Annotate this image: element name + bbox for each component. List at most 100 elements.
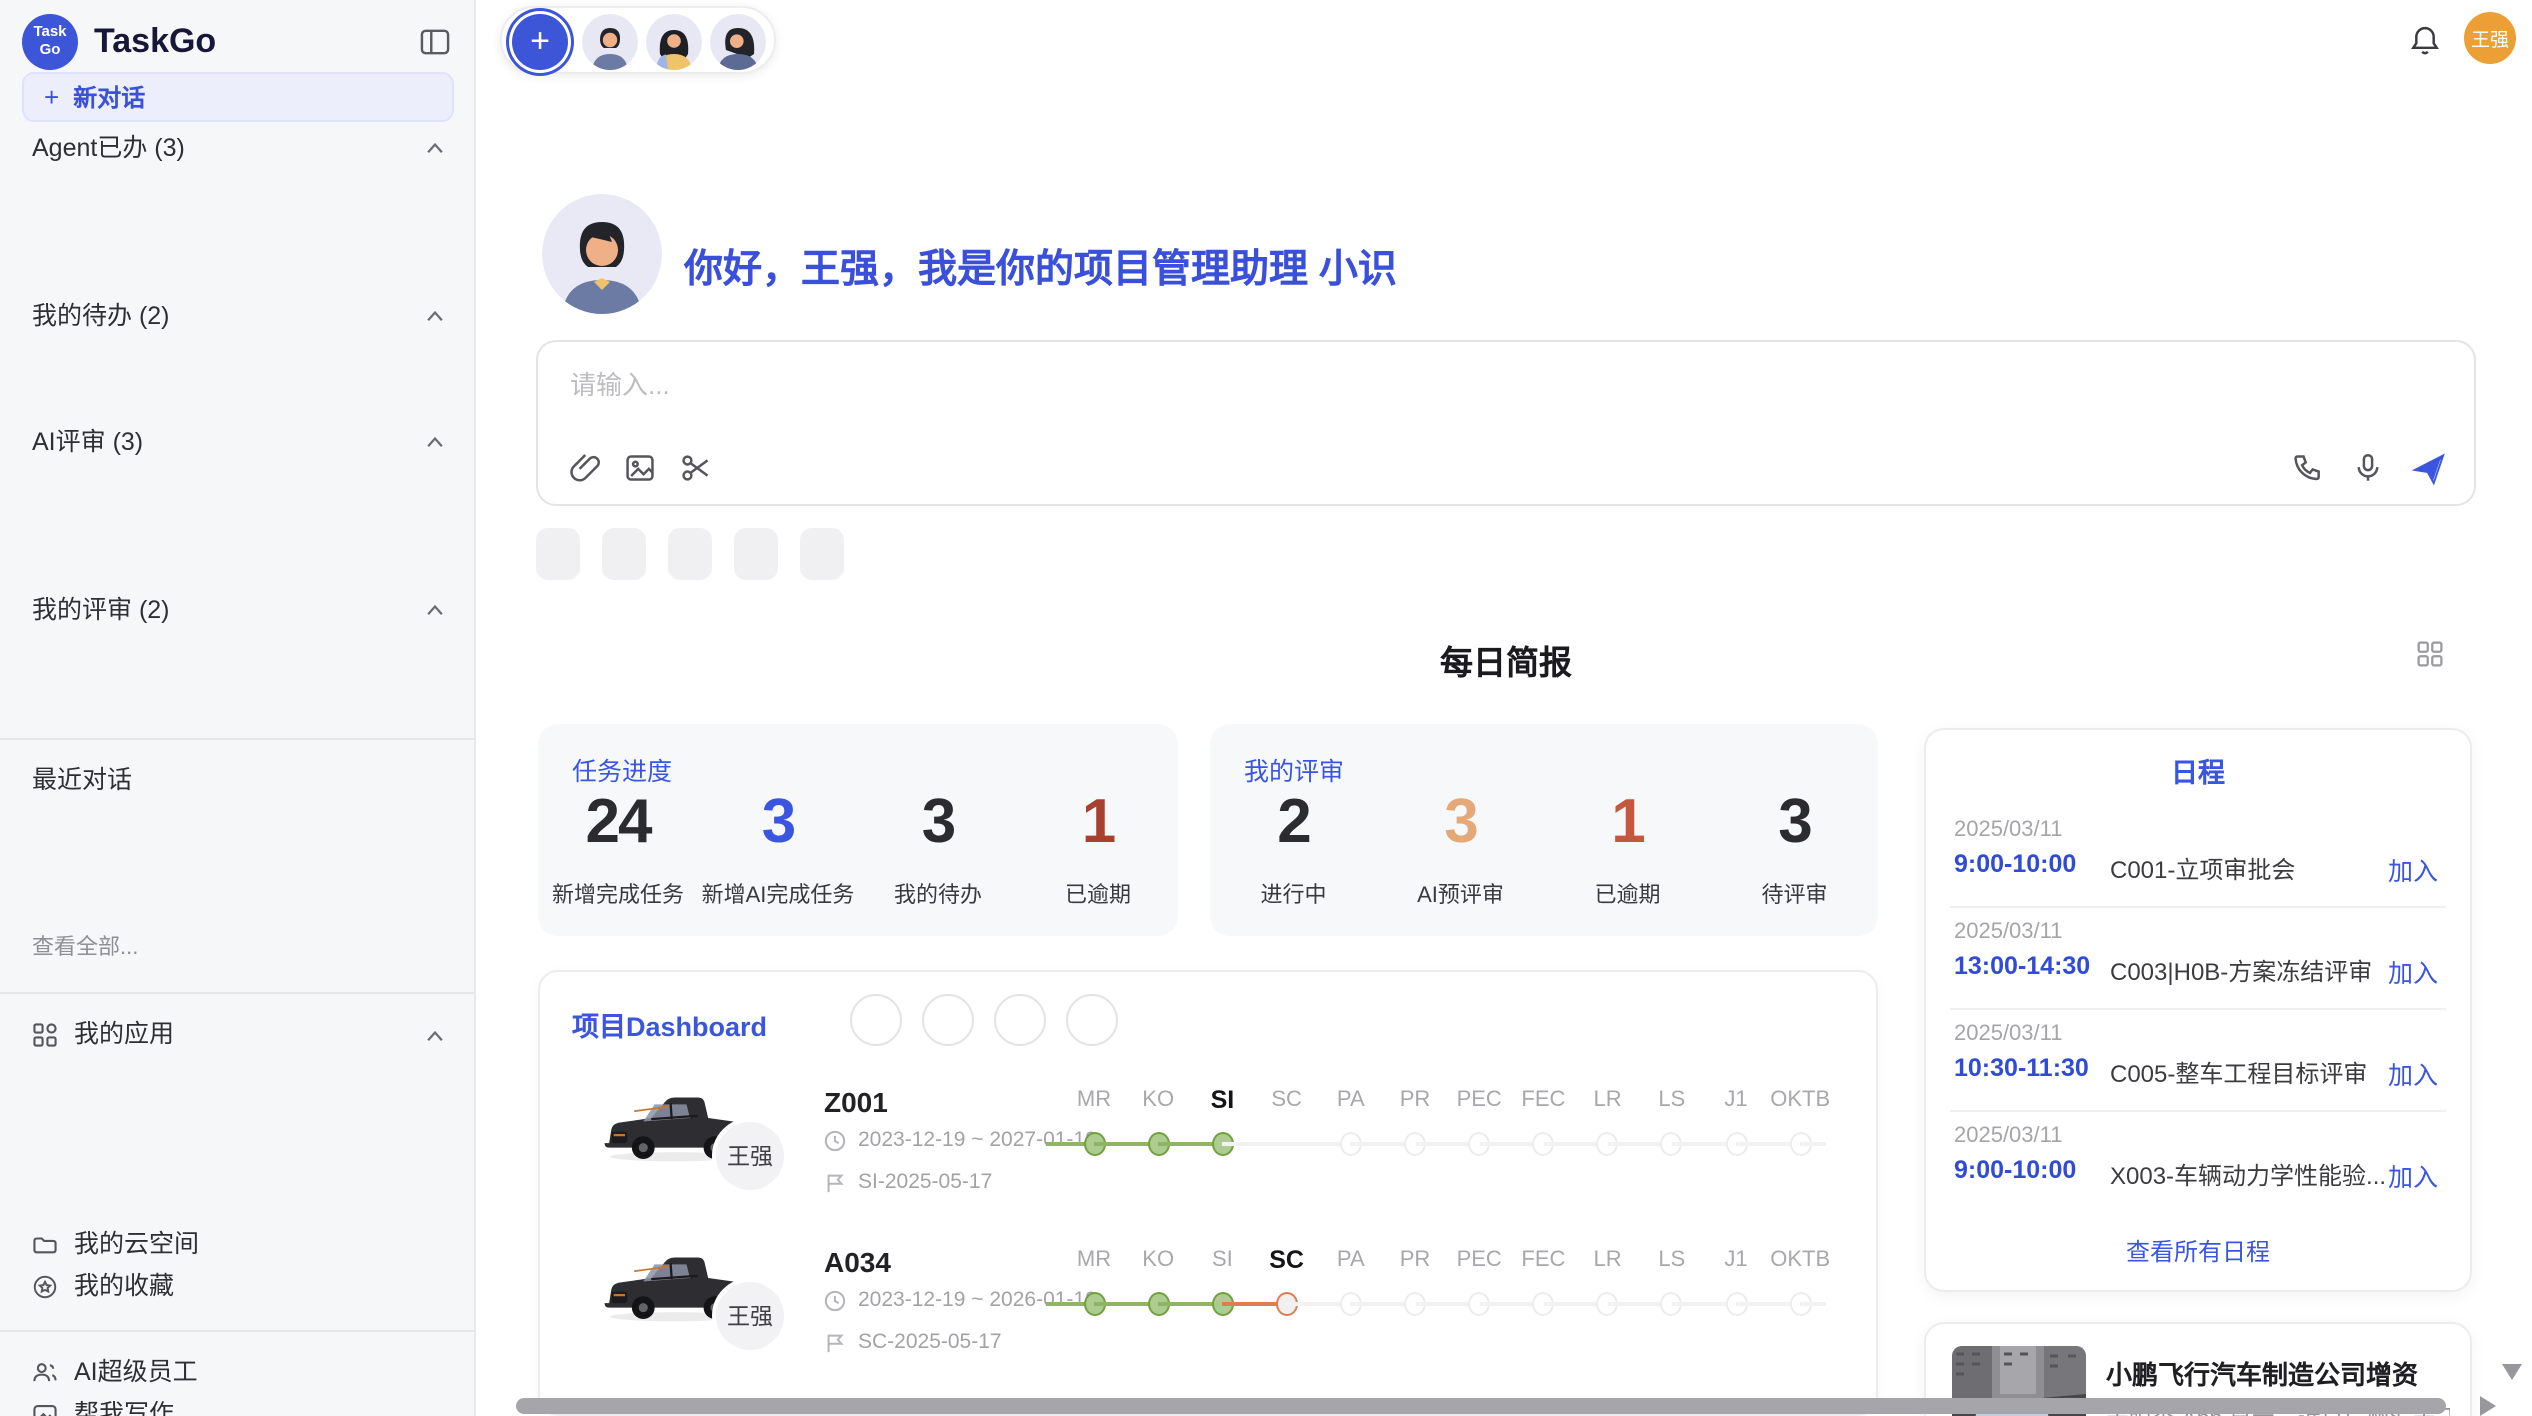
avatar-assistant-1[interactable] — [582, 14, 638, 70]
sidebar-section: Agent已办 (3) — [0, 128, 476, 296]
sidebar-task-item[interactable] — [0, 548, 476, 590]
layout-grid-icon[interactable] — [2416, 640, 2444, 668]
sidebar-item-favorites[interactable]: 我的收藏 — [0, 1266, 476, 1308]
schedule-time: 9:00-10:00 — [1954, 850, 2076, 878]
stat-label: 已逾期 — [1018, 878, 1178, 910]
recent-chat-item[interactable] — [0, 886, 476, 928]
image-upload-icon[interactable] — [624, 452, 656, 484]
suggestion-chip[interactable] — [800, 528, 844, 580]
phone-call-icon[interactable] — [2292, 452, 2324, 484]
milestone-track: MRKOSISCPAPRPECFECLRLSJ1OKTB — [1046, 1074, 1846, 1234]
section-title: 我的评审 (2) — [32, 596, 170, 624]
sidebar-task-item[interactable] — [0, 380, 476, 422]
sidebar-collapse-icon[interactable] — [420, 28, 450, 56]
stat-label: 已逾期 — [1544, 878, 1711, 910]
stat-item: 3 AI预评审 — [1377, 784, 1544, 910]
join-link[interactable]: 加入 — [2388, 1156, 2438, 1194]
project-owner-badge: 王强 — [712, 1278, 788, 1354]
stat-item: 2 进行中 — [1210, 784, 1377, 910]
sidebar-app-item[interactable] — [0, 1140, 476, 1182]
stat-item: 3 待评审 — [1711, 784, 1878, 910]
schedule-date: 2025/03/11 — [1954, 1124, 2063, 1148]
join-link[interactable]: 加入 — [2388, 1054, 2438, 1092]
stat-label: 待评审 — [1711, 878, 1878, 910]
chevron-up-icon[interactable] — [426, 1029, 444, 1041]
milestone-label: OKTB — [1760, 1088, 1840, 1112]
dashboard-title: 项目Dashboard — [572, 1004, 767, 1044]
sidebar-item-ai-staff[interactable]: AI超级员工 — [0, 1352, 476, 1394]
news-title: 小鹏飞行汽车制造公司增资 — [2106, 1354, 2450, 1392]
logo-line2: Go — [40, 42, 61, 59]
schedule-date: 2025/03/11 — [1954, 818, 2063, 842]
avatar-assistant-2[interactable] — [646, 14, 702, 70]
send-icon[interactable] — [2412, 452, 2444, 484]
sidebar-section-header[interactable]: 我的评审 (2) — [0, 590, 476, 632]
recent-chat-item[interactable] — [0, 802, 476, 844]
chevron-up-icon[interactable] — [426, 436, 444, 448]
project-row-z001[interactable]: 王强 Z001 2023-12-19 ~ 2027-01-19 SI-2025-… — [540, 1074, 1878, 1234]
chevron-up-icon[interactable] — [426, 142, 444, 154]
assistant-switcher: + — [500, 6, 776, 74]
project-flag: SC-2025-05-17 — [858, 1330, 1002, 1354]
daily-briefing-title: 每日简报 — [536, 636, 2476, 684]
view-all-schedule-link[interactable]: 查看所有日程 — [1926, 1234, 2470, 1268]
dashboard-tab[interactable] — [1066, 994, 1118, 1046]
chevron-up-icon[interactable] — [426, 310, 444, 322]
new-chat-button[interactable]: + 新对话 — [22, 72, 454, 122]
app-window: Task Go TaskGo + 新对话 Agent已办 (3) — [0, 0, 2532, 1416]
suggestion-chip[interactable] — [602, 528, 646, 580]
dashboard-tab[interactable] — [850, 994, 902, 1046]
project-row-a034[interactable]: 王强 A034 2023-12-19 ~ 2026-01-19 SC-2025-… — [540, 1234, 1878, 1394]
horizontal-scrollbar-thumb[interactable] — [516, 1398, 2446, 1414]
scroll-down-arrow-icon[interactable] — [2502, 1364, 2522, 1380]
avatar-assistant-3[interactable] — [710, 14, 766, 70]
dashboard-tab[interactable] — [994, 994, 1046, 1046]
chat-input[interactable] — [570, 370, 1970, 400]
sidebar-section-header[interactable]: AI评审 (3) — [0, 422, 476, 464]
chat-input-card — [536, 340, 2476, 506]
project-dashboard-card: 项目Dashboard 王强 Z001 — [538, 970, 1878, 1416]
join-link[interactable]: 加入 — [2388, 850, 2438, 888]
sidebar-task-item[interactable] — [0, 632, 476, 674]
sidebar-task-item[interactable] — [0, 338, 476, 380]
stat-label: 进行中 — [1210, 878, 1377, 910]
recent-chats-header: 最近对话 — [0, 760, 476, 802]
sidebar-item-cloud-space[interactable]: 我的云空间 — [0, 1224, 476, 1266]
microphone-icon[interactable] — [2352, 452, 2384, 484]
suggestion-chip[interactable] — [668, 528, 712, 580]
user-avatar[interactable]: 王强 — [2464, 12, 2516, 64]
sidebar-sections: Agent已办 (3) 我的待办 (2) — [0, 128, 476, 716]
schedule-card: 日程 2025/03/11 9:00-10:00 C001-立项审批会 加入 2… — [1924, 728, 2472, 1292]
sidebar-task-item[interactable] — [0, 464, 476, 506]
chevron-up-icon[interactable] — [426, 604, 444, 616]
sidebar-item-write[interactable]: 帮我写作 — [0, 1394, 476, 1416]
join-link[interactable]: 加入 — [2388, 952, 2438, 990]
sidebar-app-item[interactable] — [0, 1056, 476, 1098]
sidebar-section-header[interactable]: 我的待办 (2) — [0, 296, 476, 338]
sidebar-section-header[interactable]: Agent已办 (3) — [0, 128, 476, 170]
sidebar-task-item[interactable] — [0, 170, 476, 212]
add-assistant-button[interactable]: + — [512, 14, 568, 70]
stat-value: 3 — [1711, 784, 1878, 860]
dashboard-tab[interactable] — [922, 994, 974, 1046]
flag-icon — [824, 1331, 846, 1353]
suggestion-chip[interactable] — [536, 528, 580, 580]
suggestion-chip[interactable] — [734, 528, 778, 580]
scissors-icon[interactable] — [680, 452, 712, 484]
sidebar-app-item[interactable] — [0, 1182, 476, 1224]
sidebar-task-item[interactable] — [0, 674, 476, 716]
scroll-right-arrow-icon[interactable] — [2480, 1396, 2496, 1416]
sidebar-app-item[interactable] — [0, 1098, 476, 1140]
notification-bell-icon[interactable] — [2408, 24, 2442, 58]
recent-chat-item[interactable] — [0, 844, 476, 886]
plus-icon: + — [44, 82, 59, 112]
recent-view-all[interactable]: 查看全部... — [0, 928, 476, 970]
new-chat-label: 新对话 — [73, 80, 145, 114]
cloud-space-label: 我的云空间 — [74, 1224, 199, 1266]
sidebar-task-item[interactable] — [0, 506, 476, 548]
sidebar-task-item[interactable] — [0, 212, 476, 254]
sidebar-task-item[interactable] — [0, 254, 476, 296]
sidebar-item-my-apps[interactable]: 我的应用 — [0, 1014, 476, 1056]
schedule-item: 2025/03/11 13:00-14:30 C003|H0B-方案冻结评审 加… — [1950, 908, 2446, 1010]
attachment-icon[interactable] — [568, 452, 600, 484]
